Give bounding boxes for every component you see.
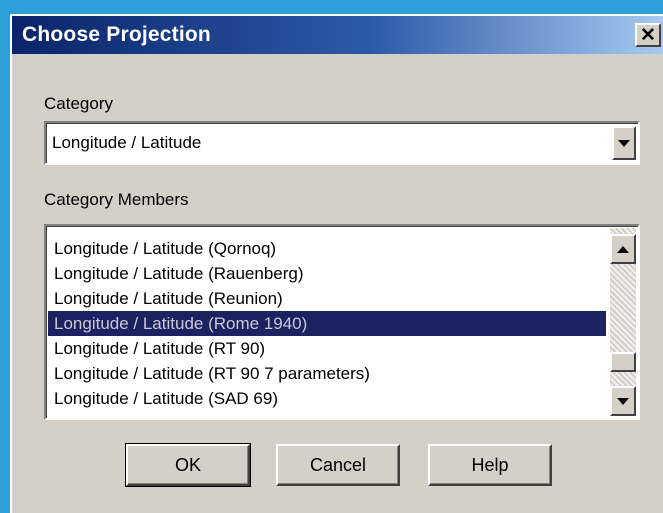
list-item[interactable]: Longitude / Latitude (RT 90) [48, 336, 606, 361]
cancel-button[interactable]: Cancel [276, 444, 400, 486]
window-title: Choose Projection [22, 23, 211, 46]
list-item[interactable]: Longitude / Latitude (Rauenberg) [48, 261, 606, 286]
choose-projection-dialog: Choose Projection ✕ Category Longitude /… [10, 14, 663, 513]
help-button-label: Help [471, 454, 509, 475]
category-members-label: Category Members [44, 190, 189, 210]
category-dropdown-value: Longitude / Latitude [52, 133, 202, 152]
ok-button-label: OK [174, 454, 201, 475]
list-items: Longitude / Latitude (Qornoq) Longitude … [48, 236, 606, 411]
close-icon: ✕ [640, 24, 656, 46]
list-item[interactable]: Longitude / Latitude (SAD 69) [48, 386, 606, 411]
scroll-up-button[interactable] [610, 234, 636, 264]
scroll-down-button[interactable] [610, 386, 636, 416]
list-item[interactable]: Longitude / Latitude (Reunion) [48, 286, 606, 311]
scroll-up-icon [617, 245, 629, 253]
category-dropdown-button[interactable] [612, 126, 636, 160]
ok-button[interactable]: OK [125, 443, 251, 487]
cancel-button-label: Cancel [309, 454, 367, 475]
list-item[interactable]: Longitude / Latitude (RT 90 7 parameters… [48, 361, 606, 386]
list-item-selected[interactable]: Longitude / Latitude (Rome 1940) [48, 311, 606, 336]
chevron-down-icon [618, 139, 630, 147]
category-dropdown[interactable]: Longitude / Latitude [44, 121, 640, 165]
scroll-down-icon [617, 397, 629, 405]
help-button[interactable]: Help [428, 444, 552, 486]
category-label-text: Category [44, 94, 113, 113]
title-bar[interactable]: Choose Projection ✕ [12, 16, 663, 54]
list-item[interactable]: Longitude / Latitude (Qornoq) [48, 236, 606, 261]
category-members-list[interactable]: Longitude / Latitude (Qornoq) Longitude … [44, 224, 640, 420]
category-members-label-text: Category Members [44, 190, 189, 209]
close-button[interactable]: ✕ [635, 23, 661, 47]
vertical-scrollbar[interactable] [610, 228, 636, 416]
category-label: Category [44, 94, 113, 114]
scrollbar-thumb[interactable] [610, 352, 636, 372]
